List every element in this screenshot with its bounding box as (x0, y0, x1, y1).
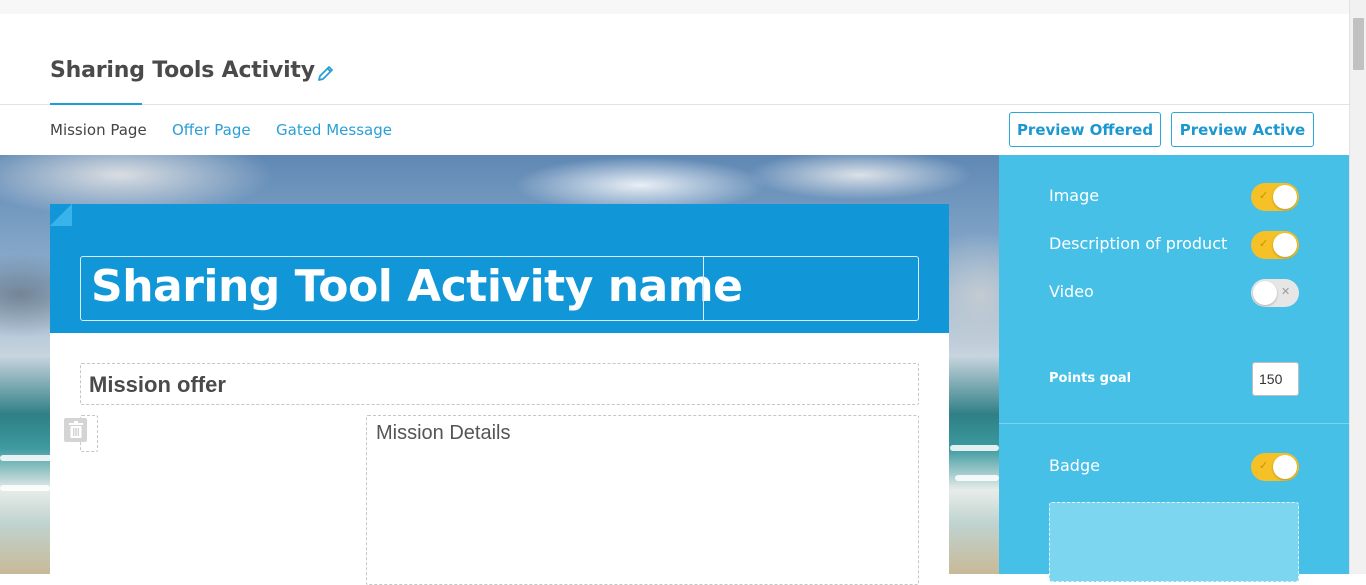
scrollbar-thumb[interactable] (1353, 18, 1364, 70)
mission-details-field[interactable]: Mission Details (366, 415, 919, 585)
mission-offer-field[interactable]: Mission offer (80, 363, 919, 405)
toggle-knob (1253, 281, 1277, 305)
mission-offer-heading: Mission offer (89, 372, 226, 397)
points-goal-label: Points goal (1049, 371, 1132, 386)
toggle-knob (1273, 185, 1297, 209)
settings-panel: Image ✓ Description of product ✓ Video ✕… (999, 155, 1349, 582)
image-toggle[interactable]: ✓ (1251, 183, 1299, 211)
toggle-knob (1273, 233, 1297, 257)
description-toggle[interactable]: ✓ (1251, 231, 1299, 259)
tabs-divider (0, 104, 1349, 105)
tab-mission-page[interactable]: Mission Page (50, 121, 147, 139)
description-setting-label: Description of product (1049, 234, 1228, 253)
points-goal-input[interactable] (1252, 362, 1299, 396)
preview-offered-button[interactable]: Preview Offered (1009, 112, 1161, 147)
activity-name-input[interactable]: Sharing Tool Activity name (80, 256, 919, 321)
check-icon: ✓ (1259, 189, 1269, 202)
active-tab-indicator (50, 103, 142, 105)
toggle-knob (1273, 455, 1297, 479)
preview-active-button[interactable]: Preview Active (1171, 112, 1314, 147)
image-setting-label: Image (1049, 186, 1100, 205)
badge-toggle[interactable]: ✓ (1251, 453, 1299, 481)
text-cursor (703, 257, 704, 320)
page-title: Sharing Tools Activity (50, 58, 315, 83)
trash-icon[interactable] (64, 418, 87, 442)
wave-foam (950, 445, 999, 451)
video-setting-label: Video (1049, 282, 1094, 301)
panel-divider (999, 423, 1349, 424)
badge-setting-label: Badge (1049, 456, 1100, 475)
tab-gated-message[interactable]: Gated Message (276, 121, 392, 139)
edit-pencil-icon[interactable] (316, 63, 336, 83)
tab-offer-page[interactable]: Offer Page (172, 121, 251, 139)
mission-card-header: Sharing Tool Activity name (50, 204, 949, 333)
activity-name-text: Sharing Tool Activity name (91, 261, 743, 312)
wave-foam (0, 485, 50, 491)
check-icon: ✓ (1259, 459, 1269, 472)
wave-foam (955, 475, 999, 481)
x-icon: ✕ (1281, 285, 1291, 298)
mission-details-placeholder: Mission Details (376, 422, 511, 444)
check-icon: ✓ (1259, 237, 1269, 250)
badge-upload-dropzone[interactable] (1049, 502, 1299, 582)
browser-top-strip (0, 0, 1349, 14)
page-scrollbar[interactable] (1349, 0, 1366, 574)
video-toggle[interactable]: ✕ (1251, 279, 1299, 307)
header-corner-fold (50, 204, 72, 226)
mission-card: Sharing Tool Activity name Mission offer… (50, 204, 949, 585)
